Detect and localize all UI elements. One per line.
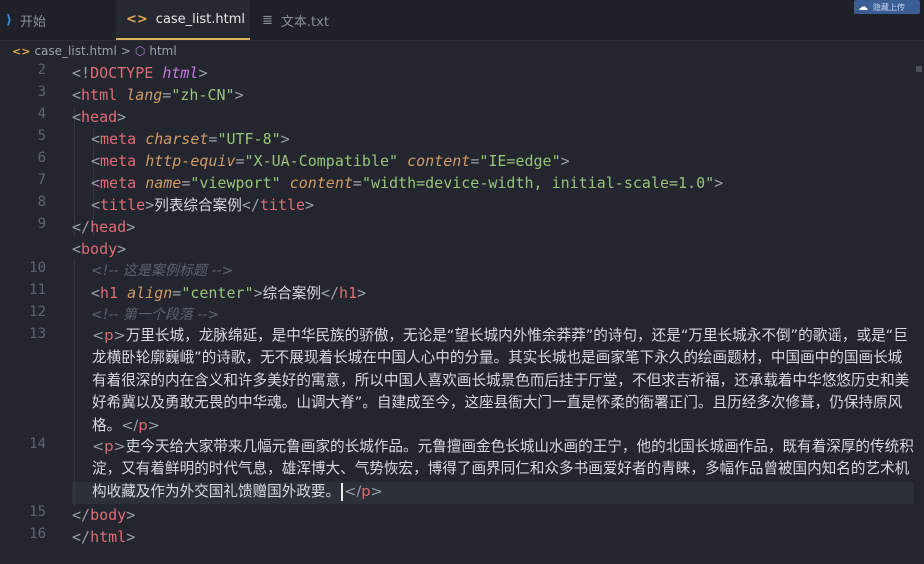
code-line-9: </head> (72, 218, 136, 236)
indent-guide (74, 260, 75, 506)
cloud-icon: ☁ (858, 1, 868, 13)
text-file-icon: ≣ (262, 12, 273, 28)
code-line-14-paragraph: <p>吏今天给大家带来几幅元鲁画家的长城作品。元鲁擅画金色长城山水画的王宁，他的… (92, 438, 914, 501)
code-line-8: <title>列表综合案例</title> (91, 196, 315, 214)
line-number: 14 (29, 436, 46, 452)
code-line-11: <!-- 这是案例标题 --> (91, 263, 234, 279)
line-number: 16 (29, 526, 46, 542)
line-number: 5 (37, 128, 46, 144)
line-number: 11 (29, 282, 46, 298)
line-number: 8 (37, 194, 46, 210)
line-number: 6 (37, 150, 46, 166)
tab-text-txt[interactable]: ≣ 文本.txt (262, 0, 329, 40)
html-code-icon: <> (126, 11, 148, 27)
code-line-5: <meta charset="UTF-8"> (91, 130, 290, 148)
vscode-icon: ⟩ (6, 12, 12, 28)
tab-case-list-html[interactable]: <> case_list.html (116, 0, 250, 40)
text-cursor (341, 482, 344, 501)
line-number: 4 (37, 106, 46, 122)
tab-bar: ⟩ 开始 <> case_list.html ≣ 文本.txt ☁ 隐藏上传 (0, 0, 924, 41)
scrollbar-thumb[interactable] (916, 66, 922, 72)
line-number: 2 (37, 62, 46, 78)
line-number: 3 (37, 84, 46, 100)
code-editor[interactable]: 2 3 4 5 6 7 8 9 10 11 12 13 14 15 16 <!D… (0, 62, 924, 564)
code-line-16: </html> (72, 528, 136, 546)
breadcrumb-node[interactable]: html (149, 44, 176, 58)
code-line-4: <head> (72, 108, 127, 126)
line-number: 12 (29, 304, 46, 320)
element-icon: ⬡ (134, 44, 146, 58)
line-number: 13 (29, 326, 46, 342)
tab-label: 文本.txt (280, 14, 329, 30)
code-line-6: <meta http-equiv="X-UA-Compatible" conte… (91, 152, 570, 170)
tab-label: case_list.html (155, 11, 246, 27)
breadcrumb-separator: > (120, 44, 131, 58)
breadcrumb: <> case_list.html > ⬡ html (0, 40, 924, 62)
code-line-10: <body> (72, 240, 127, 258)
code-line-2: <!DOCTYPE html> (72, 64, 208, 82)
upload-label: 隐藏上传 (873, 2, 905, 12)
tab-start[interactable]: ⟩ 开始 (6, 0, 46, 40)
line-number: 15 (29, 504, 46, 520)
breadcrumb-file[interactable]: case_list.html (34, 44, 116, 58)
code-line-13-comment: <!-- 第一个段落 --> (91, 307, 220, 323)
tab-label: 开始 (19, 14, 46, 30)
code-line-3: <html lang="zh-CN"> (72, 86, 244, 104)
vertical-scrollbar[interactable] (914, 62, 924, 564)
html-code-icon: <> (12, 44, 31, 58)
code-line-7: <meta name="viewport" content="width=dev… (91, 174, 724, 192)
upload-button[interactable]: ☁ 隐藏上传 (854, 0, 920, 14)
code-line-13-paragraph: <p>万里长城，龙脉绵延，是中华民族的骄傲，无论是“望长城内外惟余莽莽”的诗句，… (92, 327, 910, 434)
code-line-12: <h1 align="center">综合案例</h1> (91, 284, 367, 302)
line-number: 9 (37, 216, 46, 232)
line-number: 7 (37, 172, 46, 188)
code-line-15: </body> (72, 506, 136, 524)
line-number: 10 (29, 260, 46, 276)
